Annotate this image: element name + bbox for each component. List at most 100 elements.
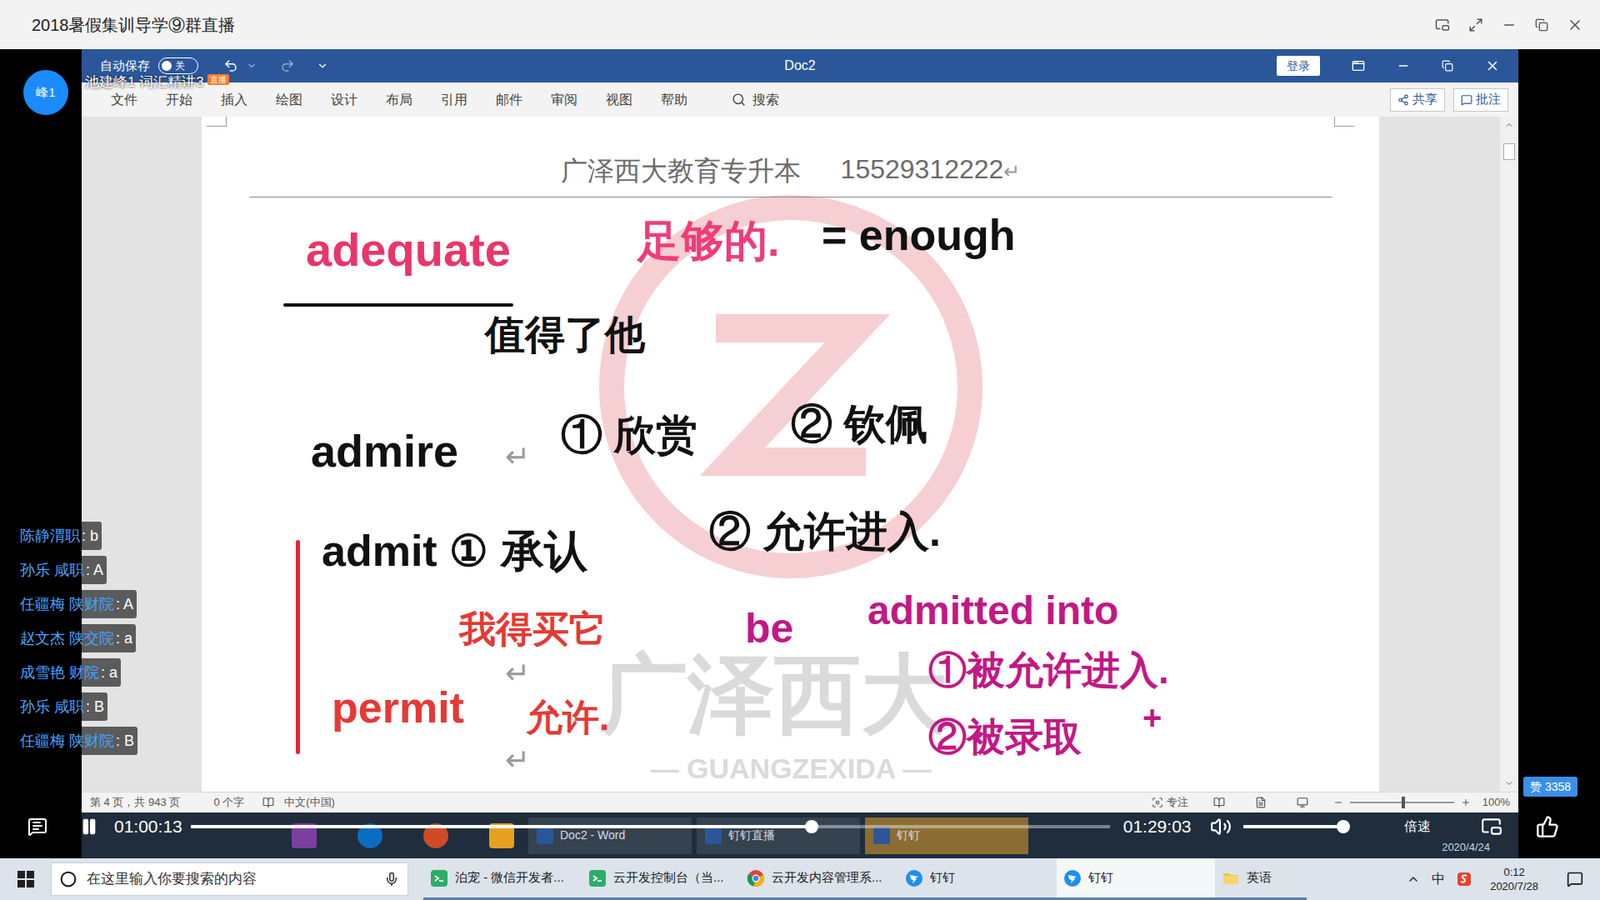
volume-slider[interactable] [1243, 825, 1346, 829]
autosave-toggle[interactable]: 关 [158, 57, 199, 75]
handwritten-note: ① 欣赏 [560, 411, 698, 460]
pause-icon[interactable] [80, 817, 99, 836]
video-area[interactable]: 自动保存关 Doc2 登录文件开始插入绘图设计布局引用邮件审阅视图帮助 搜索 共享批注广… [0, 49, 1600, 859]
redo-icon[interactable] [280, 58, 295, 74]
ribbon-tab[interactable]: 审阅 [536, 90, 592, 110]
handwritten-note: 足够的. [637, 216, 780, 267]
undo-icon[interactable] [223, 58, 239, 74]
speed-button[interactable]: 倍速 [1404, 816, 1431, 837]
restore-icon[interactable] [1535, 18, 1549, 32]
restore-icon[interactable] [1441, 60, 1454, 72]
duration: 01:29:03 [1123, 813, 1192, 840]
taskbar-app[interactable]: 泊宠 - 微信开发者... [423, 858, 582, 900]
focus-icon[interactable] [1151, 796, 1164, 809]
vertical-scrollbar[interactable] [1500, 116, 1519, 792]
ribbon-tab[interactable]: 帮助 [646, 90, 702, 110]
ribbon-search[interactable]: 搜索 [731, 90, 780, 110]
progress-bar[interactable] [190, 825, 1110, 829]
ime-indicator[interactable]: 中 [1431, 869, 1445, 890]
proofing-icon[interactable] [262, 796, 275, 809]
handwritten-note: ② 允许进入. [709, 508, 941, 557]
dingtalk-icon [905, 869, 924, 888]
ribbon-tab[interactable]: 视图 [591, 90, 647, 110]
close-icon[interactable] [1485, 58, 1500, 74]
presenter-avatar[interactable]: 峰1 [23, 70, 69, 115]
ribbon-tab[interactable]: 引用 [426, 90, 482, 110]
close-icon[interactable] [1566, 16, 1584, 34]
like-icon[interactable] [1535, 815, 1560, 839]
word-status-bar: 第 4 页，共 943 页 0 个字 中文(中国) 专注 100% [81, 791, 1519, 813]
scroll-down-icon[interactable] [1504, 778, 1515, 789]
pop-out-icon[interactable] [1435, 17, 1450, 33]
page-count[interactable]: 第 4 页，共 943 页 [90, 794, 180, 811]
minimize-icon[interactable] [1501, 17, 1517, 33]
ribbon-tab[interactable]: 布局 [371, 90, 427, 110]
clock[interactable]: 0:122020/7/28 [1490, 865, 1539, 894]
document-page[interactable]: 广泽西大— GUANGZEXIDA —广泽西大教育专升本15529312222↵… [201, 116, 1380, 792]
taskbar-app[interactable]: 钉钉 [1056, 858, 1215, 900]
comment-button[interactable]: 批注 [1453, 88, 1509, 112]
scroll-up-icon[interactable] [1504, 120, 1515, 130]
fullscreen-icon[interactable] [1468, 17, 1484, 33]
zoom-in-icon[interactable] [1460, 797, 1471, 808]
chat-message: 任疆梅 陕财院: B [16, 726, 138, 755]
chat-overlay: 陈静渭职: b孙乐 咸职: A任疆梅 陕财院: A赵文杰 陕交院: a成雪艳 财… [16, 521, 138, 755]
handwritten-note: 值得了他 [485, 311, 645, 358]
header-phone: 15529312222↵ [840, 153, 1021, 188]
share-button[interactable]: 共享 [1390, 88, 1445, 112]
read-mode-icon[interactable] [1213, 796, 1225, 809]
taskbar-search[interactable]: 在这里输入你要搜索的内容 [50, 862, 409, 896]
picture-in-picture-icon[interactable] [1480, 815, 1503, 838]
scroll-track[interactable] [1500, 130, 1519, 779]
ribbon-tab[interactable]: 绘图 [261, 90, 317, 110]
elapsed-time: 01:00:13 [114, 813, 183, 840]
volume-fill [1243, 825, 1345, 829]
taskbar-app[interactable]: 云开发控制台（当... [581, 858, 740, 900]
volume-knob[interactable] [1336, 820, 1350, 834]
recorded-taskbar-button[interactable]: Doc2 - Word [528, 817, 692, 855]
chat-message: 孙乐 咸职: B [16, 692, 108, 721]
print-layout-icon[interactable] [1255, 796, 1267, 809]
ribbon-display-icon[interactable] [1351, 59, 1365, 73]
minimize-icon[interactable] [1396, 59, 1410, 73]
ribbon-tab[interactable]: 插入 [206, 90, 262, 110]
mic-icon[interactable] [384, 871, 400, 887]
ribbon-tab[interactable]: 邮件 [481, 90, 537, 110]
ribbon-tab[interactable]: 开始 [151, 90, 207, 110]
zoom-out-icon[interactable] [1333, 797, 1344, 808]
progress-knob[interactable] [805, 820, 819, 834]
danmaku-icon[interactable] [27, 816, 48, 837]
windows-icon[interactable] [17, 870, 35, 888]
recorded-screen: 自动保存关 Doc2 登录文件开始插入绘图设计布局引用邮件审阅视图帮助 搜索 共享批注广… [81, 49, 1519, 859]
customize-icon[interactable] [316, 60, 329, 72]
sogou-icon[interactable] [1456, 871, 1472, 887]
word-count[interactable]: 0 个字 [213, 794, 245, 811]
taskbar-app[interactable]: 云开发内容管理系... [740, 858, 899, 900]
chat-message: 任疆梅 陕财院: A [16, 590, 137, 619]
ribbon-tab[interactable]: 设计 [316, 90, 372, 110]
taskbar-app[interactable]: 钉钉 [898, 858, 1057, 900]
scroll-thumb[interactable] [1503, 143, 1515, 160]
document-title: Doc2 [784, 55, 815, 76]
ribbon-tab[interactable]: 文件 [96, 90, 152, 110]
recorded-clock: 2020/4/24 [1441, 840, 1490, 859]
dingtalk-icon [1063, 869, 1082, 888]
taskbar-app[interactable]: 英语 [1215, 858, 1307, 900]
zoom-knob[interactable] [1401, 796, 1405, 809]
language[interactable]: 中文(中国) [284, 794, 335, 811]
volume-icon[interactable] [1210, 815, 1232, 838]
word-title-bar: 自动保存关 Doc2 登录 [81, 49, 1519, 83]
autosave-label: 自动保存 [100, 56, 150, 76]
tray-expand-icon[interactable] [1406, 872, 1420, 886]
web-layout-icon[interactable] [1296, 796, 1309, 809]
focus-label[interactable]: 专注 [1166, 794, 1189, 811]
recorded-taskbar-button[interactable]: 钉钉 [865, 817, 1029, 855]
login-button[interactable]: 登录 [1276, 55, 1320, 76]
zoom-level[interactable]: 100% [1482, 794, 1510, 811]
recorded-taskbar-button[interactable]: 钉钉直播 [696, 817, 860, 855]
app-title-bar: 2018暑假集训导学⑨群直播 [0, 0, 1600, 50]
undo-menu-icon[interactable] [246, 60, 257, 71]
notification-icon[interactable] [1566, 870, 1584, 888]
zoom-slider[interactable] [1350, 801, 1455, 804]
handwritten-note: admitted into [867, 587, 1119, 634]
